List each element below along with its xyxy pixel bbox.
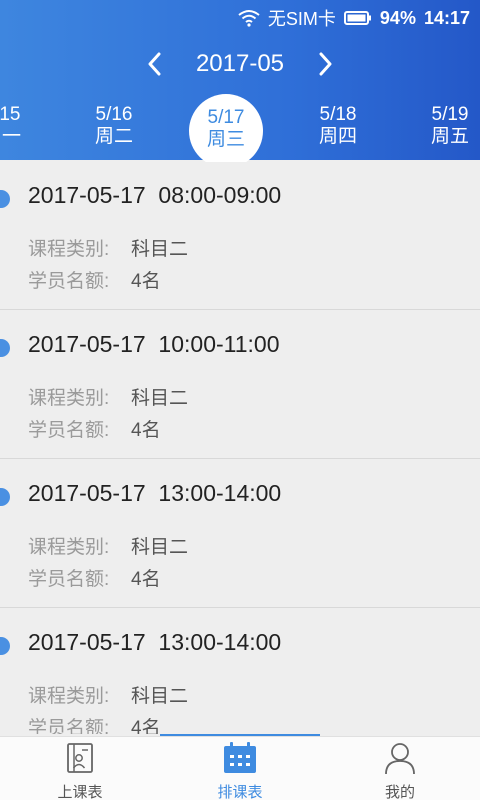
category-label: 课程类别:	[28, 537, 110, 558]
category-row: 课程类别: 科目二	[28, 532, 188, 559]
category-row: 课程类别: 科目二	[28, 383, 188, 410]
seats-label: 学员名额:	[28, 718, 110, 734]
chevron-left-icon	[148, 52, 161, 76]
day-date: 5/17	[207, 107, 245, 128]
next-month-button[interactable]	[305, 44, 345, 84]
seats-row: 学员名额: 4名	[28, 564, 161, 591]
category-label: 课程类别:	[28, 686, 110, 707]
tab-label: 排课表	[217, 784, 263, 800]
day-date: 5/18	[319, 104, 357, 125]
day-date: 5/19	[431, 104, 469, 125]
current-month: 2017-05	[195, 50, 285, 77]
lesson-list[interactable]: 2017-05-17 08:00-09:00 课程类别: 科目二 学员名额: 4名 …	[0, 162, 480, 734]
day-date: 5/15	[0, 104, 21, 125]
day-5-17-selected[interactable]: 5/17 周三	[189, 94, 263, 168]
person-icon	[383, 741, 417, 779]
category-value: 科目二	[131, 239, 189, 260]
category-value: 科目二	[131, 537, 189, 558]
lesson-card[interactable]: 2017-05-17 10:00-11:00 课程类别: 科目二 学员名额: 4名	[0, 311, 480, 459]
seats-row: 学员名额: 4名	[28, 266, 161, 293]
timeline-dot	[0, 488, 10, 506]
tab-class-list[interactable]: 上课表	[0, 737, 160, 800]
clock: 14:17	[423, 7, 470, 28]
category-row: 课程类别: 科目二	[28, 234, 188, 261]
day-weekday: 周三	[206, 129, 245, 150]
seats-value: 4名	[131, 271, 161, 292]
tab-mine[interactable]: 我的	[320, 737, 480, 800]
month-selector: 2017-05	[0, 42, 480, 86]
lesson-datetime: 2017-05-17 08:00-09:00	[28, 182, 282, 208]
day-5-18[interactable]: 5/18 周四	[302, 104, 374, 154]
seats-row: 学员名额: 4名	[28, 415, 161, 442]
lesson-card[interactable]: 2017-05-17 08:00-09:00 课程类别: 科目二 学员名额: 4名	[0, 162, 480, 310]
seats-label: 学员名额:	[28, 569, 110, 590]
tab-label: 我的	[384, 784, 415, 800]
lesson-datetime: 2017-05-17 13:00-14:00	[28, 629, 282, 655]
lesson-card[interactable]: 2017-05-17 13:00-14:00 课程类别: 科目二 学员名额: 4名	[0, 609, 480, 734]
lesson-datetime: 2017-05-17 13:00-14:00	[28, 480, 282, 506]
day-5-16[interactable]: 5/16 周二	[78, 104, 150, 154]
category-row: 课程类别: 科目二	[28, 681, 188, 708]
day-weekday: 周二	[94, 126, 133, 147]
category-value: 科目二	[131, 388, 189, 409]
class-list-icon	[63, 741, 97, 779]
day-weekday: 周五	[430, 126, 469, 147]
header: 无SIM卡 94% 14:17 2017-05 5/15 周一 5/16 周二 …	[0, 0, 480, 168]
calendar-icon	[222, 741, 258, 779]
bottom-tab-bar: 上课表 排课表 我的	[0, 736, 480, 800]
day-weekday: 周四	[318, 126, 357, 147]
day-weekday: 周一	[0, 126, 21, 147]
timeline-dot	[0, 339, 10, 357]
day-date: 5/16	[95, 104, 133, 125]
timeline-dot	[0, 637, 10, 655]
category-label: 课程类别:	[28, 388, 110, 409]
battery-icon	[343, 10, 372, 26]
seats-value: 4名	[131, 569, 161, 590]
sim-status: 无SIM卡	[267, 9, 336, 29]
seats-value: 4名	[131, 420, 161, 441]
wifi-icon	[238, 9, 260, 27]
tab-schedule[interactable]: 排课表	[160, 737, 320, 800]
category-value: 科目二	[131, 686, 189, 707]
status-bar: 无SIM卡 94% 14:17	[0, 0, 480, 36]
category-label: 课程类别:	[28, 239, 110, 260]
lesson-card[interactable]: 2017-05-17 13:00-14:00 课程类别: 科目二 学员名额: 4名	[0, 460, 480, 608]
chevron-right-icon	[319, 52, 332, 76]
timeline-dot	[0, 190, 10, 208]
seats-row: 学员名额: 4名	[28, 713, 161, 734]
day-5-15[interactable]: 5/15 周一	[0, 104, 38, 154]
tab-label: 上课表	[57, 784, 103, 800]
day-5-19[interactable]: 5/19 周五	[414, 104, 480, 154]
seats-label: 学员名额:	[28, 271, 110, 292]
seats-value: 4名	[131, 718, 161, 734]
battery-level: 94%	[379, 7, 416, 28]
seats-label: 学员名额:	[28, 420, 110, 441]
lesson-datetime: 2017-05-17 10:00-11:00	[28, 331, 280, 357]
prev-month-button[interactable]	[135, 44, 175, 84]
